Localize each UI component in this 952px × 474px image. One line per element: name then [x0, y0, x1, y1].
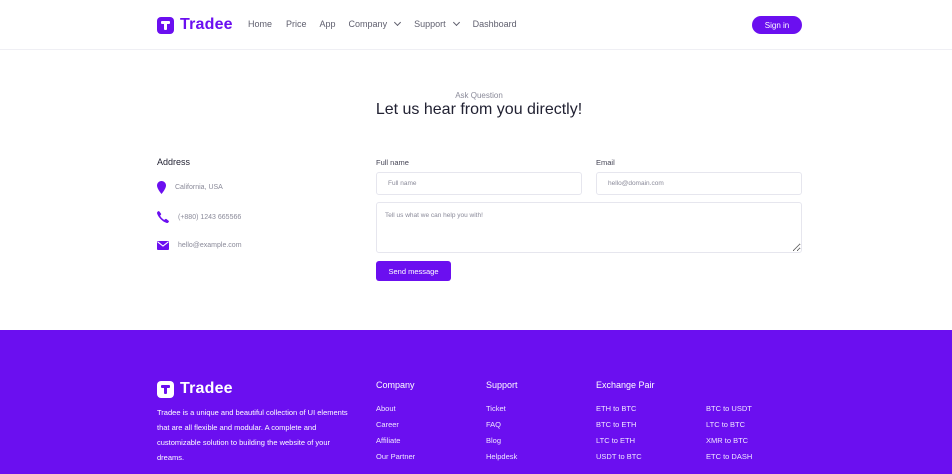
address-title: Address [157, 157, 191, 167]
footer-support-links: Ticket FAQ Blog Helpdesk [486, 401, 517, 465]
footer-link-about[interactable]: About [376, 401, 415, 417]
fullname-input[interactable] [376, 172, 582, 195]
site-footer: Tradee Tradee is a unique and beautiful … [0, 330, 952, 474]
nav-home[interactable]: Home [248, 19, 272, 29]
map-pin-icon [157, 181, 166, 194]
footer-link-btc-usdt[interactable]: BTC to USDT [706, 401, 752, 417]
footer-exchange-links-1: ETH to BTC BTC to ETH LTC to ETH USDT to… [596, 401, 642, 465]
nav-company-label: Company [348, 19, 388, 29]
brand-logo[interactable]: Tradee [157, 16, 233, 34]
address-email: hello@example.com [157, 241, 242, 250]
brand-name: Tradee [180, 16, 233, 33]
nav-dashboard[interactable]: Dashboard [473, 19, 517, 29]
section-headline: Let us hear from you directly! [375, 101, 583, 118]
footer-link-blog[interactable]: Blog [486, 433, 517, 449]
logo-mark-icon [157, 16, 174, 34]
nav-support-label: Support [414, 19, 446, 29]
address-phone-text: (+880) 1243 665566 [178, 213, 242, 221]
address-phone: (+880) 1243 665566 [157, 211, 241, 223]
footer-link-etc-dash[interactable]: ETC to DASH [706, 449, 752, 465]
footer-link-ticket[interactable]: Ticket [486, 401, 517, 417]
send-message-button[interactable]: Send message [376, 261, 451, 281]
address-email-text: hello@example.com [178, 242, 242, 249]
footer-link-affiliate[interactable]: Affiliate [376, 433, 415, 449]
email-label: Email [596, 158, 615, 167]
footer-link-ltc-btc[interactable]: LTC to BTC [706, 417, 752, 433]
footer-company-title: Company [376, 380, 415, 390]
footer-link-faq[interactable]: FAQ [486, 417, 517, 433]
footer-link-helpdesk[interactable]: Helpdesk [486, 449, 517, 465]
footer-exchange-links-2: BTC to USDT LTC to BTC XMR to BTC ETC to… [706, 401, 752, 465]
email-input[interactable] [596, 172, 802, 195]
fullname-label: Full name [376, 158, 409, 167]
footer-link-our-partner[interactable]: Our Partner [376, 449, 415, 465]
section-eyebrow: Ask Question [455, 91, 503, 100]
message-textarea[interactable] [376, 202, 802, 253]
footer-link-eth-btc[interactable]: ETH to BTC [596, 401, 642, 417]
footer-link-btc-eth[interactable]: BTC to ETH [596, 417, 642, 433]
nav-price[interactable]: Price [286, 19, 307, 29]
main-nav: Home Price App Company Support Dashboard [248, 18, 517, 29]
address-location-text: California, USA [175, 184, 223, 191]
footer-link-career[interactable]: Career [376, 417, 415, 433]
footer-exchange-title: Exchange Pair [596, 380, 655, 390]
chevron-down-icon [452, 18, 460, 27]
envelope-icon [157, 241, 169, 250]
footer-brand-name: Tradee [180, 380, 233, 397]
nav-app[interactable]: App [320, 19, 336, 29]
footer-support-title: Support [486, 380, 518, 390]
site-header: Tradee Home Price App Company Support Da… [0, 0, 952, 50]
footer-link-xmr-btc[interactable]: XMR to BTC [706, 433, 752, 449]
sign-in-button[interactable]: Sign in [752, 16, 802, 34]
address-location: California, USA [157, 181, 223, 194]
footer-brand-logo[interactable]: Tradee [157, 380, 233, 398]
chevron-down-icon [394, 18, 402, 27]
footer-description: Tradee is a unique and beautiful collect… [157, 408, 348, 462]
phone-icon [157, 211, 169, 223]
footer-link-ltc-eth[interactable]: LTC to ETH [596, 433, 642, 449]
footer-link-usdt-btc[interactable]: USDT to BTC [596, 449, 642, 465]
nav-support-dropdown[interactable]: Support [414, 18, 460, 29]
logo-mark-icon [157, 380, 174, 398]
footer-company-links: About Career Affiliate Our Partner [376, 401, 415, 465]
nav-company-dropdown[interactable]: Company [348, 18, 402, 29]
